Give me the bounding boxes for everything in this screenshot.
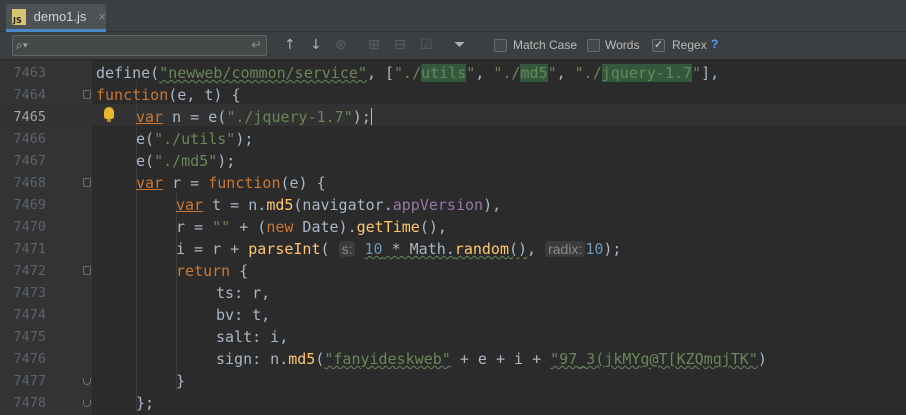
line-number: 7467: [13, 153, 46, 169]
code-line: 7476 sign: n.md5("fanyideskweb" + e + i …: [0, 348, 906, 370]
search-field[interactable]: ⌕▾ ↵: [12, 35, 267, 56]
words-label[interactable]: Words: [605, 38, 639, 52]
match-case-label[interactable]: Match Case: [513, 38, 577, 52]
code-line: 7473 ts: r,: [0, 282, 906, 304]
line-number: 7471: [13, 241, 46, 257]
line-number: 7475: [13, 329, 46, 345]
code-text: var t = n.md5(navigator.appVersion),: [176, 196, 502, 214]
new-line-icon[interactable]: ↵: [251, 37, 262, 53]
intention-lightbulb-icon[interactable]: [104, 107, 114, 122]
line-number: 7473: [13, 285, 46, 301]
code-text: r = "" + (new Date).getTime(),: [176, 218, 447, 236]
close-tab-icon[interactable]: ×: [98, 9, 106, 24]
tab-label: demo1.js: [33, 9, 87, 24]
code-text: salt: i,: [216, 328, 289, 346]
regex-help-icon[interactable]: ?: [711, 37, 718, 51]
line-number: 7472: [13, 263, 46, 279]
filter-icon[interactable]: ⏷: [454, 37, 465, 53]
tab-demo1-js[interactable]: JS demo1.js ×: [6, 4, 106, 32]
next-occurrence-icon[interactable]: ↓: [310, 37, 322, 53]
regex-label[interactable]: Regex: [672, 38, 707, 52]
line-number: 7469: [13, 197, 46, 213]
line-number: 7474: [13, 307, 46, 323]
line-number: 7470: [13, 219, 46, 235]
search-input[interactable]: [37, 38, 241, 55]
code-line: 7463 define("newweb/common/service", [".…: [0, 62, 906, 84]
fold-end-icon[interactable]: [83, 378, 91, 385]
fold-icon[interactable]: [83, 266, 91, 275]
code-text: var n = e("./jquery-1.7");: [136, 108, 372, 126]
line-number: 7464: [13, 87, 46, 103]
code-text: function(e, t) {: [96, 86, 241, 104]
code-text: return {: [176, 262, 249, 280]
editor-tab-bar: JS demo1.js ×: [0, 0, 906, 32]
code-text: ts: r,: [216, 284, 271, 302]
code-text: i = r + parseInt( s: 10 * Math.random(),…: [176, 240, 622, 258]
code-text: e("./utils");: [136, 130, 254, 148]
line-number: 7478: [13, 395, 46, 411]
previous-occurrence-icon[interactable]: ↑: [284, 37, 296, 53]
add-occurrence-icon[interactable]: ⊞: [368, 37, 380, 53]
code-line: 7464 function(e, t) {: [0, 84, 906, 106]
code-text: e("./md5");: [136, 152, 236, 170]
code-line: 7478 };: [0, 392, 906, 414]
javascript-file-icon: JS: [12, 8, 26, 25]
code-line-current: 7465 var n = e("./jquery-1.7");: [0, 106, 906, 128]
regex-checkbox[interactable]: ✓: [652, 39, 665, 52]
code-line: 7470 r = "" + (new Date).getTime(),: [0, 216, 906, 238]
fold-icon[interactable]: [83, 178, 91, 187]
line-number: 7465: [13, 109, 46, 125]
code-text: }: [176, 372, 186, 390]
code-line: 7475 salt: i,: [0, 326, 906, 348]
code-editor[interactable]: 7463 define("newweb/common/service", [".…: [0, 60, 906, 415]
code-text: bv: t,: [216, 306, 271, 324]
code-text: sign: n.md5("fanyideskweb" + e + i + "97…: [216, 350, 767, 368]
text-caret: [370, 108, 372, 125]
code-line: 7477 }: [0, 370, 906, 392]
code-line: 7471 i = r + parseInt( s: 10 * Math.rand…: [0, 238, 906, 260]
code-line: 7474 bv: t,: [0, 304, 906, 326]
fold-end-icon[interactable]: [83, 400, 91, 407]
code-line: 7468 var r = function(e) {: [0, 172, 906, 194]
line-number: 7466: [13, 131, 46, 147]
line-number: 7463: [13, 65, 46, 81]
code-line: 7466 e("./utils");: [0, 128, 906, 150]
fold-icon[interactable]: [83, 90, 91, 99]
code-text: };: [136, 394, 155, 412]
parameter-hint-s: s:: [338, 241, 356, 257]
find-bar: ⌕▾ ↵ ↑ ↓ ⊛ ⊞ ⊟ ☑ ⏷ Match Case Words ✓ Re…: [0, 32, 906, 60]
code-line: 7467 e("./md5");: [0, 150, 906, 172]
find-all-icon[interactable]: ⊛: [335, 37, 347, 53]
search-history-icon[interactable]: ⌕▾: [16, 38, 28, 53]
select-all-occurrences-icon[interactable]: ☑: [420, 37, 433, 53]
line-number: 7476: [13, 351, 46, 367]
code-line: 7472 return {: [0, 260, 906, 282]
line-number: 7468: [13, 175, 46, 191]
code-line: 7469 var t = n.md5(navigator.appVersion)…: [0, 194, 906, 216]
match-case-checkbox[interactable]: [494, 39, 507, 52]
words-checkbox[interactable]: [587, 39, 600, 52]
code-text: var r = function(e) {: [136, 174, 326, 192]
parameter-hint-radix: radix:: [545, 241, 586, 257]
line-number: 7477: [13, 373, 46, 389]
code-text: define("newweb/common/service", ["./util…: [96, 64, 720, 82]
remove-occurrence-icon[interactable]: ⊟: [394, 37, 406, 53]
